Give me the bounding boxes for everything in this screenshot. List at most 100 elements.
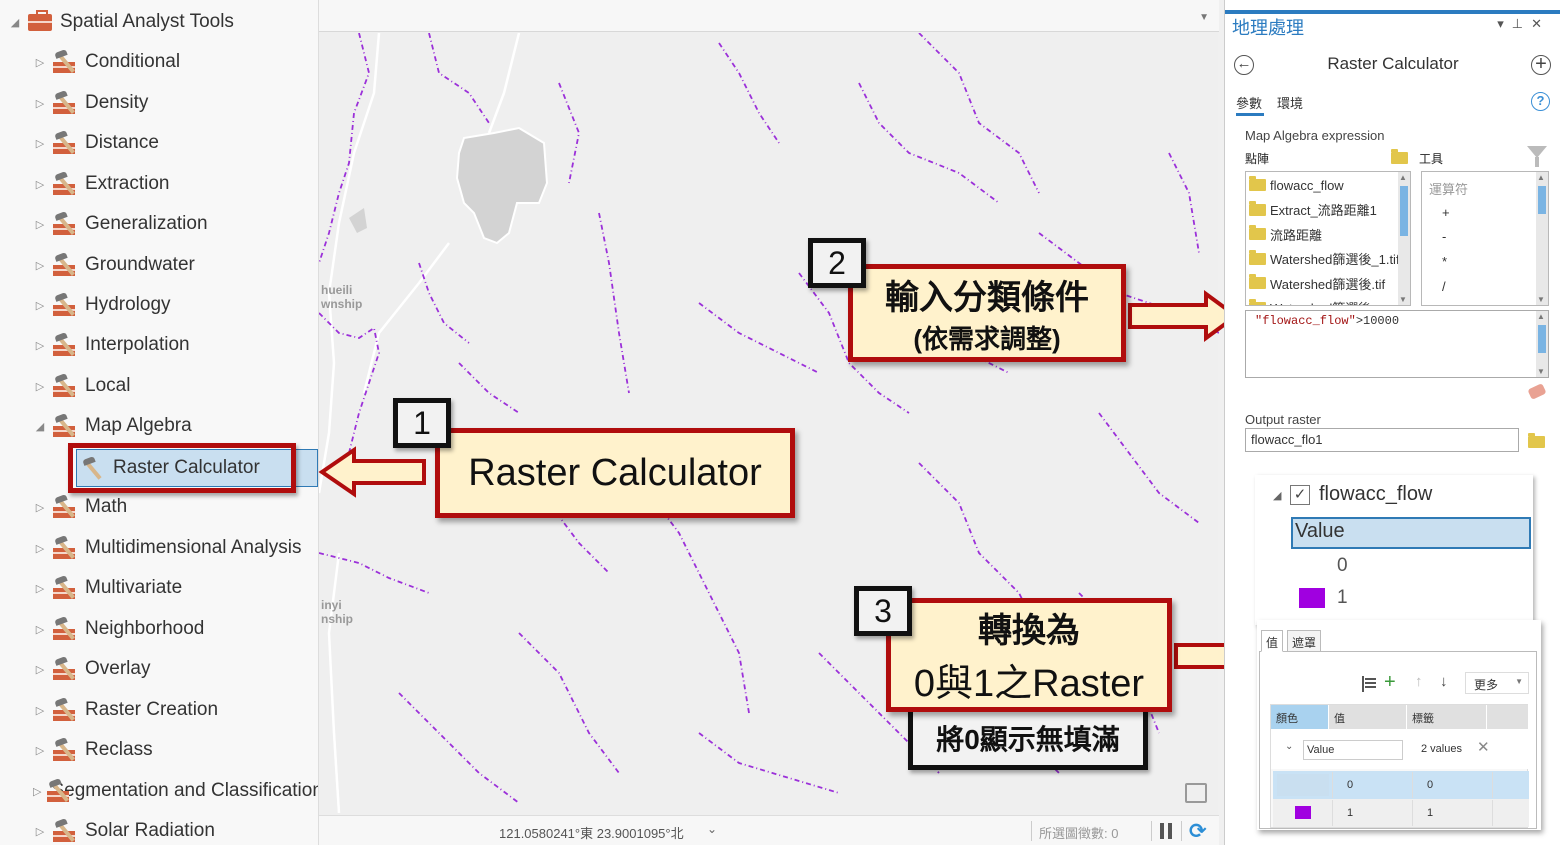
raster-list-item[interactable]: Watershed篩選後... [1246, 296, 1382, 305]
pane-options-icon[interactable]: ▾ [1497, 16, 1512, 31]
expand-triangle-icon[interactable]: ▷ [33, 218, 47, 231]
expand-triangle-icon[interactable]: ▷ [33, 744, 47, 757]
expand-triangle-icon[interactable]: ▷ [33, 380, 47, 393]
move-down-button[interactable]: ↓ [1440, 673, 1448, 690]
tree-item-density[interactable]: ▷ Density [0, 85, 318, 121]
raster-list-item[interactable]: flowacc_flow [1246, 173, 1344, 197]
operators-list[interactable]: 運算符 + - * / ▲ ▼ [1421, 171, 1549, 306]
remove-group-icon[interactable]: ✕ [1477, 738, 1490, 756]
refresh-icon[interactable]: ⟳ [1189, 819, 1207, 844]
expand-triangle-icon[interactable]: ▷ [33, 785, 41, 798]
expand-triangle-icon[interactable]: ▷ [33, 501, 47, 514]
row-label[interactable]: 0 [1413, 772, 1493, 798]
expand-triangle-icon[interactable]: ▷ [33, 56, 47, 69]
pause-drawing-button[interactable] [1160, 823, 1172, 839]
expand-triangle-icon[interactable]: ▷ [33, 178, 47, 191]
operator-multiply[interactable]: * [1442, 254, 1447, 269]
collapse-triangle-icon[interactable]: ◢ [33, 420, 47, 433]
dropdown-arrow-icon[interactable]: ▼ [1199, 12, 1209, 23]
column-header-value[interactable]: 值 [1329, 705, 1407, 729]
column-header-color[interactable]: 顏色 [1271, 705, 1329, 729]
operator-plus[interactable]: + [1442, 205, 1450, 220]
expand-triangle-icon[interactable]: ▷ [33, 623, 47, 636]
add-value-button[interactable]: + [1384, 671, 1396, 694]
legend-swatch[interactable] [1299, 588, 1325, 608]
scrollbar[interactable]: ▲ ▼ [1536, 172, 1548, 305]
selected-features-count[interactable]: 所選圖徵數: 0 [1039, 823, 1118, 842]
expand-triangle-icon[interactable]: ▷ [33, 582, 47, 595]
layer-visibility-checkbox[interactable]: ✓ [1290, 485, 1310, 505]
expand-triangle-icon[interactable]: ▷ [33, 704, 47, 717]
tree-item-raster-calculator[interactable]: Raster Calculator [76, 449, 318, 487]
tab-environments[interactable]: 環境 [1277, 93, 1303, 112]
filter-icon[interactable] [1527, 146, 1547, 167]
operator-minus[interactable]: - [1442, 229, 1446, 244]
tree-item-conditional[interactable]: ▷ Conditional [0, 44, 318, 80]
color-swatch[interactable] [1295, 806, 1311, 819]
attribute-table-icon[interactable] [1185, 783, 1207, 803]
browse-folder-icon[interactable] [1391, 149, 1408, 164]
raster-list-item[interactable]: Watershed篩選後_1.tif [1246, 247, 1400, 271]
tree-item-multidimensional-analysis[interactable]: ▷ Multidimensional Analysis [0, 530, 318, 566]
expand-triangle-icon[interactable]: ▷ [33, 542, 47, 555]
tab-parameters[interactable]: 參數 [1236, 93, 1262, 112]
tree-item-local[interactable]: ▷ Local [0, 368, 318, 404]
tree-item-spatial-analyst-tools[interactable]: ◢ Spatial Analyst Tools [0, 4, 318, 40]
tree-item-generalization[interactable]: ▷ Generalization [0, 206, 318, 242]
operator-divide[interactable]: / [1442, 279, 1446, 294]
group-field-input[interactable]: Value [1303, 740, 1403, 760]
tree-item-raster-creation[interactable]: ▷ Raster Creation [0, 692, 318, 728]
scrollbar[interactable]: ▲ ▼ [1536, 311, 1548, 377]
expression-input[interactable]: "flowacc_flow">10000 ▲ ▼ [1245, 310, 1549, 378]
tree-item-map-algebra[interactable]: ◢ Map Algebra [0, 408, 318, 444]
tree-item-overlay[interactable]: ▷ Overlay [0, 651, 318, 687]
output-raster-field[interactable]: flowacc_flo1 [1245, 428, 1519, 452]
clear-expression-icon[interactable] [1527, 383, 1547, 400]
expand-triangle-icon[interactable]: ▷ [33, 259, 47, 272]
symbology-toolbar: + ↑ ↓ 更多 ▼ [1260, 671, 1538, 696]
sort-values-icon[interactable] [1362, 676, 1376, 692]
tree-item-interpolation[interactable]: ▷ Interpolation [0, 327, 318, 363]
pin-icon[interactable]: ⊥ [1512, 16, 1531, 31]
tab-values[interactable]: 值 [1261, 630, 1284, 652]
table-row[interactable]: 0 0 [1273, 771, 1529, 799]
close-icon[interactable]: ✕ [1531, 16, 1550, 31]
expand-triangle-icon[interactable]: ▷ [33, 97, 47, 110]
collapse-triangle-icon[interactable]: ◢ [8, 16, 22, 29]
browse-folder-icon[interactable] [1528, 433, 1545, 448]
help-icon[interactable]: ? [1531, 92, 1550, 111]
coordinate-format-dropdown[interactable]: ⌄ [707, 822, 717, 836]
legend-field-heading[interactable]: Value [1291, 517, 1531, 549]
tree-item-multivariate[interactable]: ▷ Multivariate [0, 570, 318, 606]
layer-name[interactable]: flowacc_flow [1319, 483, 1432, 506]
collapse-triangle-icon[interactable]: ◢ [1273, 489, 1281, 502]
tree-item-reclass[interactable]: ▷ Reclass [0, 732, 318, 768]
chevron-down-icon[interactable]: ⌄ [1285, 741, 1293, 752]
raster-list-item[interactable]: Watershed篩選後.tif [1246, 271, 1385, 295]
raster-list-item[interactable]: Extract_流路距離1 [1246, 198, 1377, 222]
expand-triangle-icon[interactable]: ▷ [33, 299, 47, 312]
rasters-list[interactable]: Watershed篩選後... Watershed篩選後.tif Watershed… [1245, 171, 1411, 306]
tree-item-math[interactable]: ▷ Math [0, 489, 318, 525]
expand-triangle-icon[interactable]: ▷ [33, 339, 47, 352]
raster-list-item[interactable]: 流路距離 [1246, 222, 1322, 246]
expand-triangle-icon[interactable]: ▷ [33, 663, 47, 676]
scrollbar[interactable]: ▲ ▼ [1398, 172, 1410, 305]
add-tool-button[interactable]: + [1531, 54, 1551, 75]
tree-item-segmentation-and-classification[interactable]: ▷ Segmentation and Classification [0, 773, 318, 809]
tab-mask[interactable]: 遮罩 [1287, 630, 1322, 652]
expand-triangle-icon[interactable]: ▷ [33, 825, 47, 838]
table-row[interactable]: 1 1 [1273, 799, 1529, 827]
tree-item-distance[interactable]: ▷ Distance [0, 125, 318, 161]
tree-item-neighborhood[interactable]: ▷ Neighborhood [0, 611, 318, 647]
move-up-button[interactable]: ↑ [1415, 673, 1423, 690]
tree-item-solar-radiation[interactable]: ▷ Solar Radiation [0, 813, 318, 845]
tree-item-groundwater[interactable]: ▷ Groundwater [0, 247, 318, 283]
more-dropdown[interactable]: 更多 ▼ [1465, 672, 1529, 694]
column-header-label[interactable]: 標籤 [1407, 705, 1487, 729]
row-label[interactable]: 1 [1413, 800, 1493, 826]
color-swatch[interactable] [1277, 774, 1329, 796]
tree-item-hydrology[interactable]: ▷ Hydrology [0, 287, 318, 323]
tree-item-extraction[interactable]: ▷ Extraction [0, 166, 318, 202]
expand-triangle-icon[interactable]: ▷ [33, 137, 47, 150]
